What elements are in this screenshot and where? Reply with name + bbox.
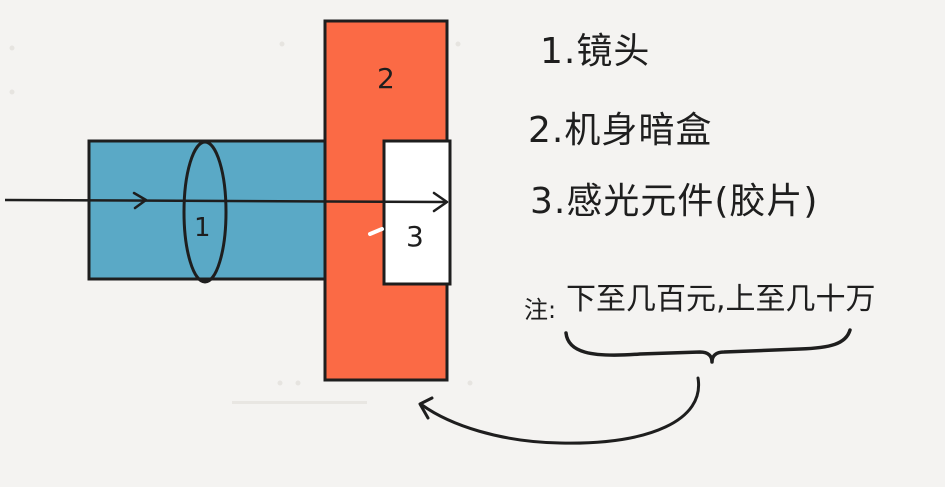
legend-item-sensor-film: 3.感光元件(胶片) xyxy=(530,181,819,222)
part-label-2: 2 xyxy=(377,62,395,95)
note-label: 注: xyxy=(524,296,557,324)
lens-barrel-block xyxy=(87,139,327,281)
sensor-block xyxy=(382,139,452,286)
paper-smudge xyxy=(232,401,367,404)
camera-structure-diagram: 1 2 3 xyxy=(4,19,852,445)
legend-item-lens: 1.镜头 xyxy=(540,31,651,72)
note-curly-brace xyxy=(564,328,852,364)
legend-item-body-darkbox: 2.机身暗盒 xyxy=(528,110,713,151)
part-label-1: 1 xyxy=(194,213,211,243)
part-label-3: 3 xyxy=(406,220,424,253)
note-price-range-text: 下至几百元,上至几十万 xyxy=(566,282,876,317)
curved-pointer-arrow xyxy=(420,376,701,445)
drawing-canvas: 1 2 3 1.镜头 2.机身暗盒 3.感光元件(胶片) 注: 下至几百元,上至… xyxy=(0,0,945,487)
